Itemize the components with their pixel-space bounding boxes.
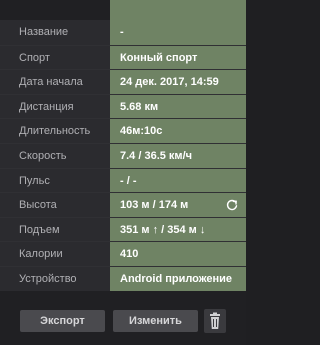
row-value: - / - <box>110 168 246 193</box>
value-column-top <box>110 0 246 20</box>
row-start-date: Дата начала 24 дек. 2017, 14:59 <box>0 69 246 94</box>
row-duration: Длительность 46м:10с <box>0 118 246 143</box>
row-heart-rate: Пульс - / - <box>0 167 246 193</box>
row-label: Спорт <box>0 45 110 70</box>
activity-details-panel: Название - Спорт Конный спорт Дата начал… <box>0 0 246 345</box>
row-value: 46м:10с <box>110 119 246 143</box>
row-value: 103 м / 174 м <box>110 193 246 217</box>
row-value: - <box>110 20 246 45</box>
row-label: Высота <box>0 193 110 217</box>
trash-icon <box>210 312 220 329</box>
row-label: Дистанция <box>0 94 110 119</box>
row-value: 351 м ↑ / 354 м ↓ <box>110 217 246 242</box>
row-speed: Скорость 7.4 / 36.5 км/ч <box>0 142 246 168</box>
row-label: Пульс <box>0 168 110 193</box>
row-value: 24 дек. 2017, 14:59 <box>110 70 246 94</box>
row-altitude: Высота 103 м / 174 м <box>0 192 246 217</box>
row-sport: Спорт Конный спорт <box>0 44 246 70</box>
row-label: Подъем <box>0 217 110 242</box>
row-value: 5.68 км <box>110 94 246 119</box>
row-ascent: Подъем 351 м ↑ / 354 м ↓ <box>0 216 246 242</box>
row-label: Дата начала <box>0 70 110 94</box>
row-name: Название - <box>0 20 246 45</box>
row-label: Устройство <box>0 266 110 291</box>
edit-button[interactable]: Изменить <box>113 310 198 332</box>
export-button[interactable]: Экспорт <box>20 310 105 332</box>
details-table: Название - Спорт Конный спорт Дата начал… <box>0 20 246 291</box>
altitude-value-text: 103 м / 174 м <box>120 199 189 212</box>
row-value: 7.4 / 36.5 км/ч <box>110 143 246 168</box>
row-label: Длительность <box>0 119 110 143</box>
row-value: Конный спорт <box>110 45 246 70</box>
row-device: Устройство Android приложение <box>0 265 246 291</box>
row-distance: Дистанция 5.68 км <box>0 93 246 119</box>
refresh-icon[interactable] <box>226 199 238 211</box>
row-value: 410 <box>110 242 246 266</box>
row-label: Калории <box>0 242 110 266</box>
row-label: Название <box>0 20 110 45</box>
action-bar: Экспорт Изменить <box>0 305 246 345</box>
row-label: Скорость <box>0 143 110 168</box>
delete-button[interactable] <box>204 309 226 333</box>
row-value: Android приложение <box>110 266 246 291</box>
row-calories: Калории 410 <box>0 241 246 266</box>
